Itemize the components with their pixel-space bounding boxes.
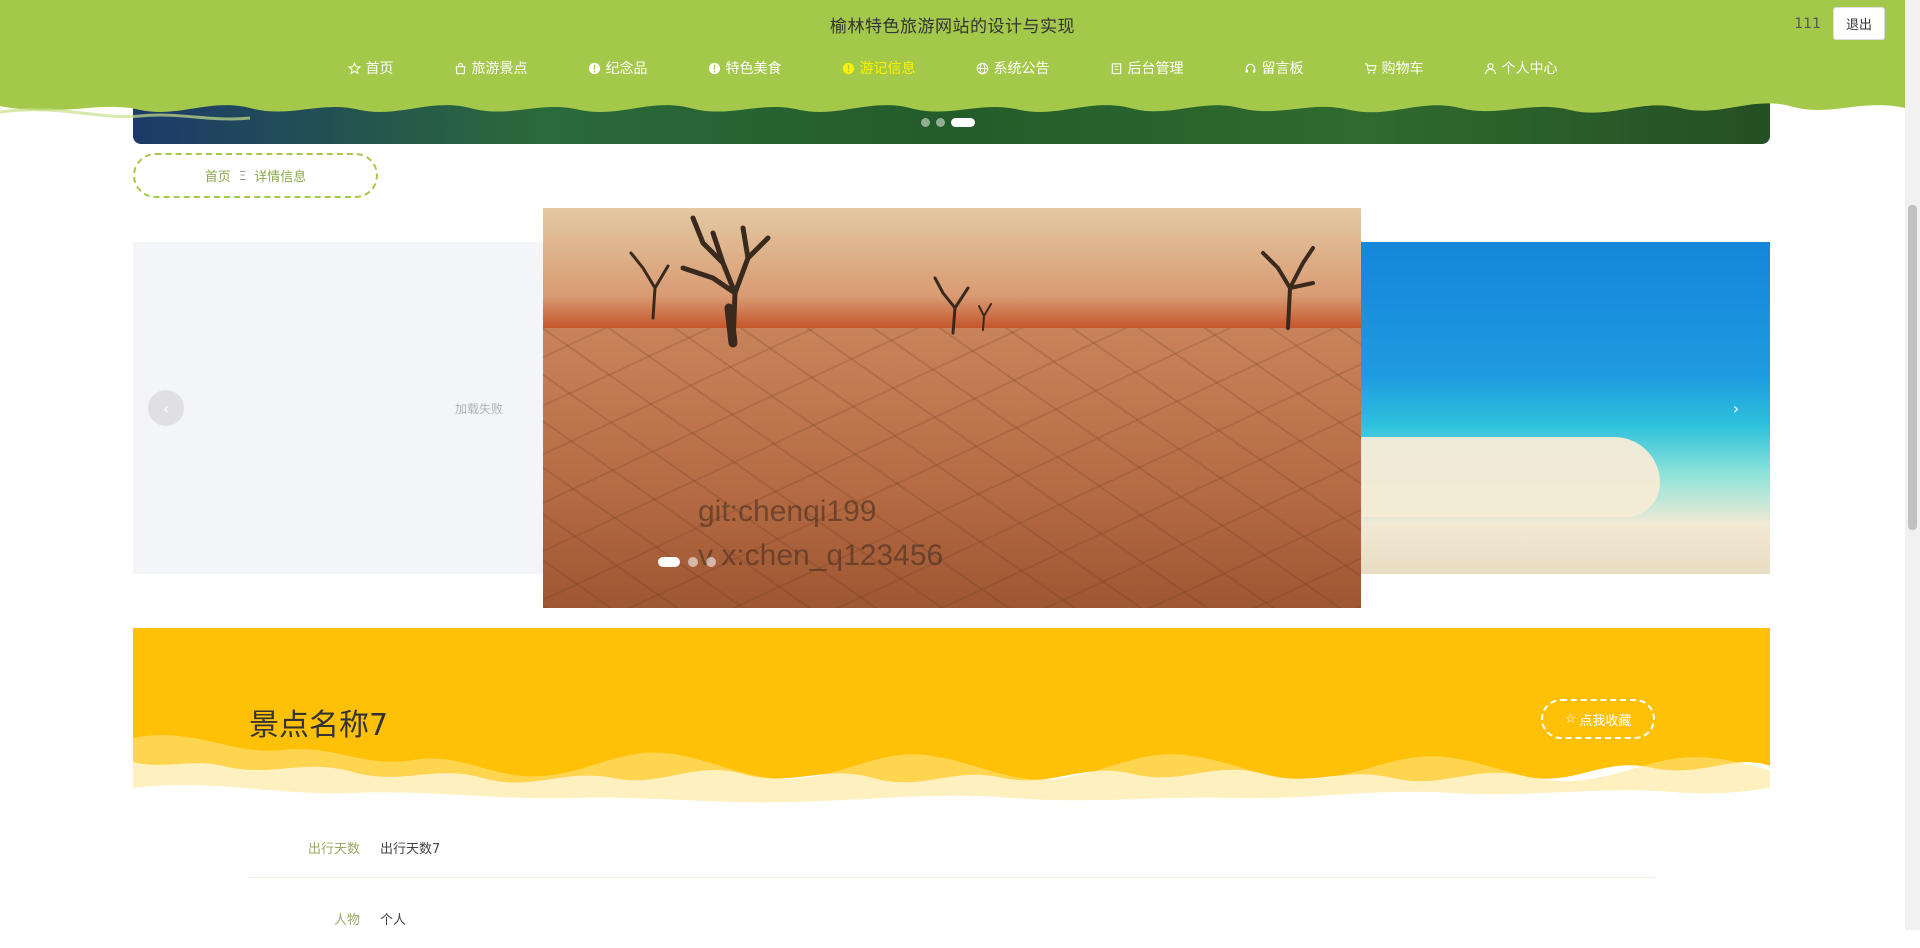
nav-item-admin[interactable]: 后台管理 (1080, 58, 1214, 78)
nav-item-label: 旅游景点 (471, 61, 528, 77)
nav-item-cart[interactable]: 购物车 (1334, 58, 1454, 78)
scrollbar-thumb[interactable] (1908, 205, 1917, 530)
main-nav: 首页 旅游景点 纪念品 特色美食 游记信息 系统公告 后台管理 留言板 购物车 … (0, 58, 1905, 78)
nav-item-label: 系统公告 (993, 61, 1050, 77)
nav-item-label: 纪念品 (605, 61, 648, 77)
breadcrumb: 首页 Ξ 详情信息 (133, 153, 378, 198)
beach-image-detail (1360, 437, 1660, 517)
nav-item-label: 购物车 (1381, 61, 1424, 77)
breadcrumb-home-link[interactable]: 首页 (205, 166, 231, 185)
nav-item-label: 首页 (365, 61, 394, 77)
site-header: 榆林特色旅游网站的设计与实现 111 退出 首页 旅游景点 纪念品 特色美食 游… (0, 0, 1905, 125)
headset-icon (1245, 63, 1255, 73)
favorite-button-label: 点我收藏 (1579, 713, 1632, 729)
field-label: 人物 (333, 912, 360, 928)
chevron-right-icon: › (1732, 398, 1740, 418)
carousel-indicator-active[interactable] (658, 557, 680, 567)
nav-item-announcements[interactable]: 系统公告 (946, 58, 1080, 78)
username-label: 111 (1794, 15, 1821, 32)
breadcrumb-current: 详情信息 (254, 170, 307, 185)
attraction-title: 景点名称7 (249, 708, 389, 743)
carousel-prev-button[interactable]: ‹ (148, 390, 184, 426)
watermark-line: v x:chen_q123456 (698, 539, 944, 572)
field-value: 个人 (380, 912, 407, 928)
carousel-indicator[interactable] (688, 557, 698, 567)
nav-item-label: 留言板 (1261, 61, 1304, 77)
logout-button[interactable]: 退出 (1832, 7, 1885, 40)
carousel-slide-prev[interactable]: 加载失败 (133, 242, 543, 574)
image-carousel: 加载失败 git:chenqi199 v x:chen_q123456 (133, 208, 1770, 608)
info-icon (842, 62, 854, 74)
carousel-slide-active[interactable]: git:chenqi199 v x:chen_q123456 (543, 208, 1361, 608)
nav-item-label: 后台管理 (1127, 61, 1184, 77)
nav-item-label: 游记信息 (859, 61, 916, 77)
carousel-indicators (658, 557, 716, 567)
chevron-left-icon: ‹ (162, 398, 170, 418)
desert-trees-image (629, 215, 1315, 348)
watermark-text: git:chenqi199 v x:chen_q123456 (698, 490, 943, 578)
building-icon (1111, 62, 1121, 74)
carousel-next-button[interactable]: › (1718, 390, 1754, 426)
cart-icon (1364, 62, 1377, 74)
info-icon (588, 62, 600, 74)
detail-field-row: 人物 个人 (248, 888, 1655, 948)
bag-icon (455, 62, 465, 74)
nav-item-label: 个人中心 (1501, 61, 1558, 77)
image-load-failed-text: 加载失败 (454, 401, 503, 416)
carousel-slide-next[interactable] (1360, 242, 1770, 574)
breadcrumb-separator: Ξ (238, 168, 247, 183)
site-title: 榆林特色旅游网站的设计与实现 (830, 17, 1075, 37)
info-icon (708, 62, 720, 74)
user-area: 111 退出 (1794, 7, 1885, 40)
nav-item-label: 特色美食 (725, 61, 782, 77)
nav-item-souvenirs[interactable]: 纪念品 (558, 58, 678, 78)
globe-icon (976, 62, 988, 74)
page-scrollbar[interactable] (1905, 0, 1920, 930)
field-value: 出行天数7 (380, 842, 441, 857)
star-icon (347, 61, 361, 74)
nav-item-food[interactable]: 特色美食 (678, 58, 812, 78)
detail-field-row: 出行天数 出行天数7 (248, 818, 1655, 878)
nav-item-message-board[interactable]: 留言板 (1214, 58, 1334, 78)
nav-item-home[interactable]: 首页 (318, 58, 424, 78)
nav-item-attractions[interactable]: 旅游景点 (424, 58, 558, 78)
carousel-indicator[interactable] (706, 557, 716, 567)
star-outline-icon: ☆ (1564, 711, 1577, 727)
field-label: 出行天数 (307, 842, 360, 857)
watermark-line: git:chenqi199 (698, 495, 877, 528)
nav-item-travel-notes[interactable]: 游记信息 (812, 58, 946, 78)
user-icon (1484, 62, 1496, 74)
favorite-button[interactable]: ☆ 点我收藏 (1541, 699, 1655, 739)
nav-item-profile[interactable]: 个人中心 (1454, 58, 1588, 78)
